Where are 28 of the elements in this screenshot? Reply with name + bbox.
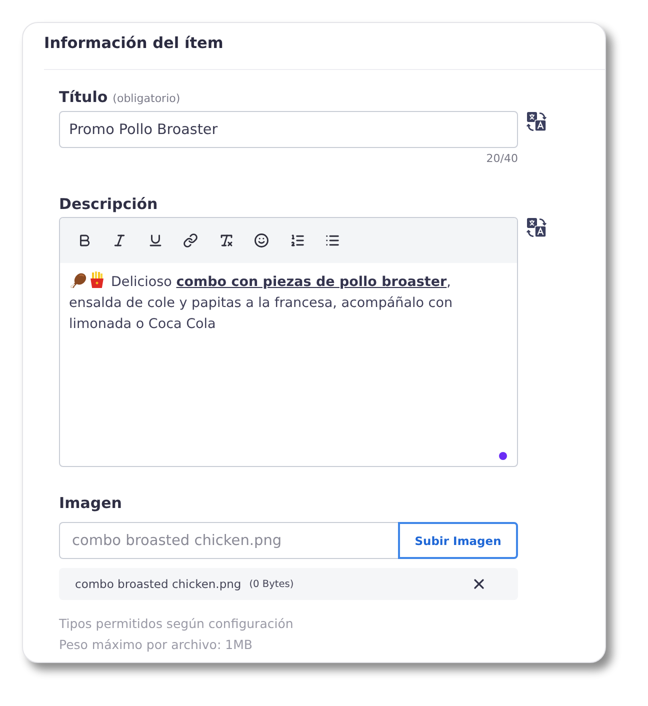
field-label: Descripción [59, 194, 158, 214]
link-button[interactable] [182, 232, 200, 250]
upload-button[interactable]: Subir Imagen [398, 522, 518, 559]
file-size: (0 Bytes) [249, 578, 294, 590]
help-text: Peso máximo por archivo: 1MB [59, 636, 252, 654]
translate-icon[interactable] [526, 111, 547, 132]
section-title: Información del ítem [44, 33, 224, 54]
title-input[interactable]: Promo Pollo Broaster [59, 111, 518, 148]
emoji-icon [254, 233, 269, 248]
character-counter: 20/40 [485, 152, 518, 166]
description-text: Delicioso combo con piezas de pollo broaster, ensalda de cole y papitas a la francesa, acompáñalo con limonada o Coca Cola [69, 271, 495, 335]
translate-icon[interactable] [526, 217, 547, 238]
clear-format-icon [218, 233, 234, 248]
field-label: Título [59, 87, 108, 107]
italic-icon [112, 233, 127, 248]
description-editor[interactable]: Delicioso combo con piezas de pollo broaster, ensalda de cole y papitas a la francesa, acompáñalo con limonada o Coca Cola [59, 217, 518, 467]
status-dot-icon [499, 452, 507, 460]
bullet-list-icon [325, 233, 340, 248]
file-name: combo broasted chicken.png [75, 577, 242, 591]
emoji-button[interactable] [252, 232, 270, 250]
help-text: Tipos permitidos según configuración [59, 615, 294, 633]
field-label: Imagen [59, 493, 122, 513]
link-icon [183, 233, 198, 248]
required-note: (obligatorio) [112, 92, 180, 105]
numbered-list-icon [290, 233, 304, 248]
drumstick-icon [69, 271, 87, 289]
fries-icon [88, 271, 106, 289]
underline-icon [148, 233, 162, 248]
